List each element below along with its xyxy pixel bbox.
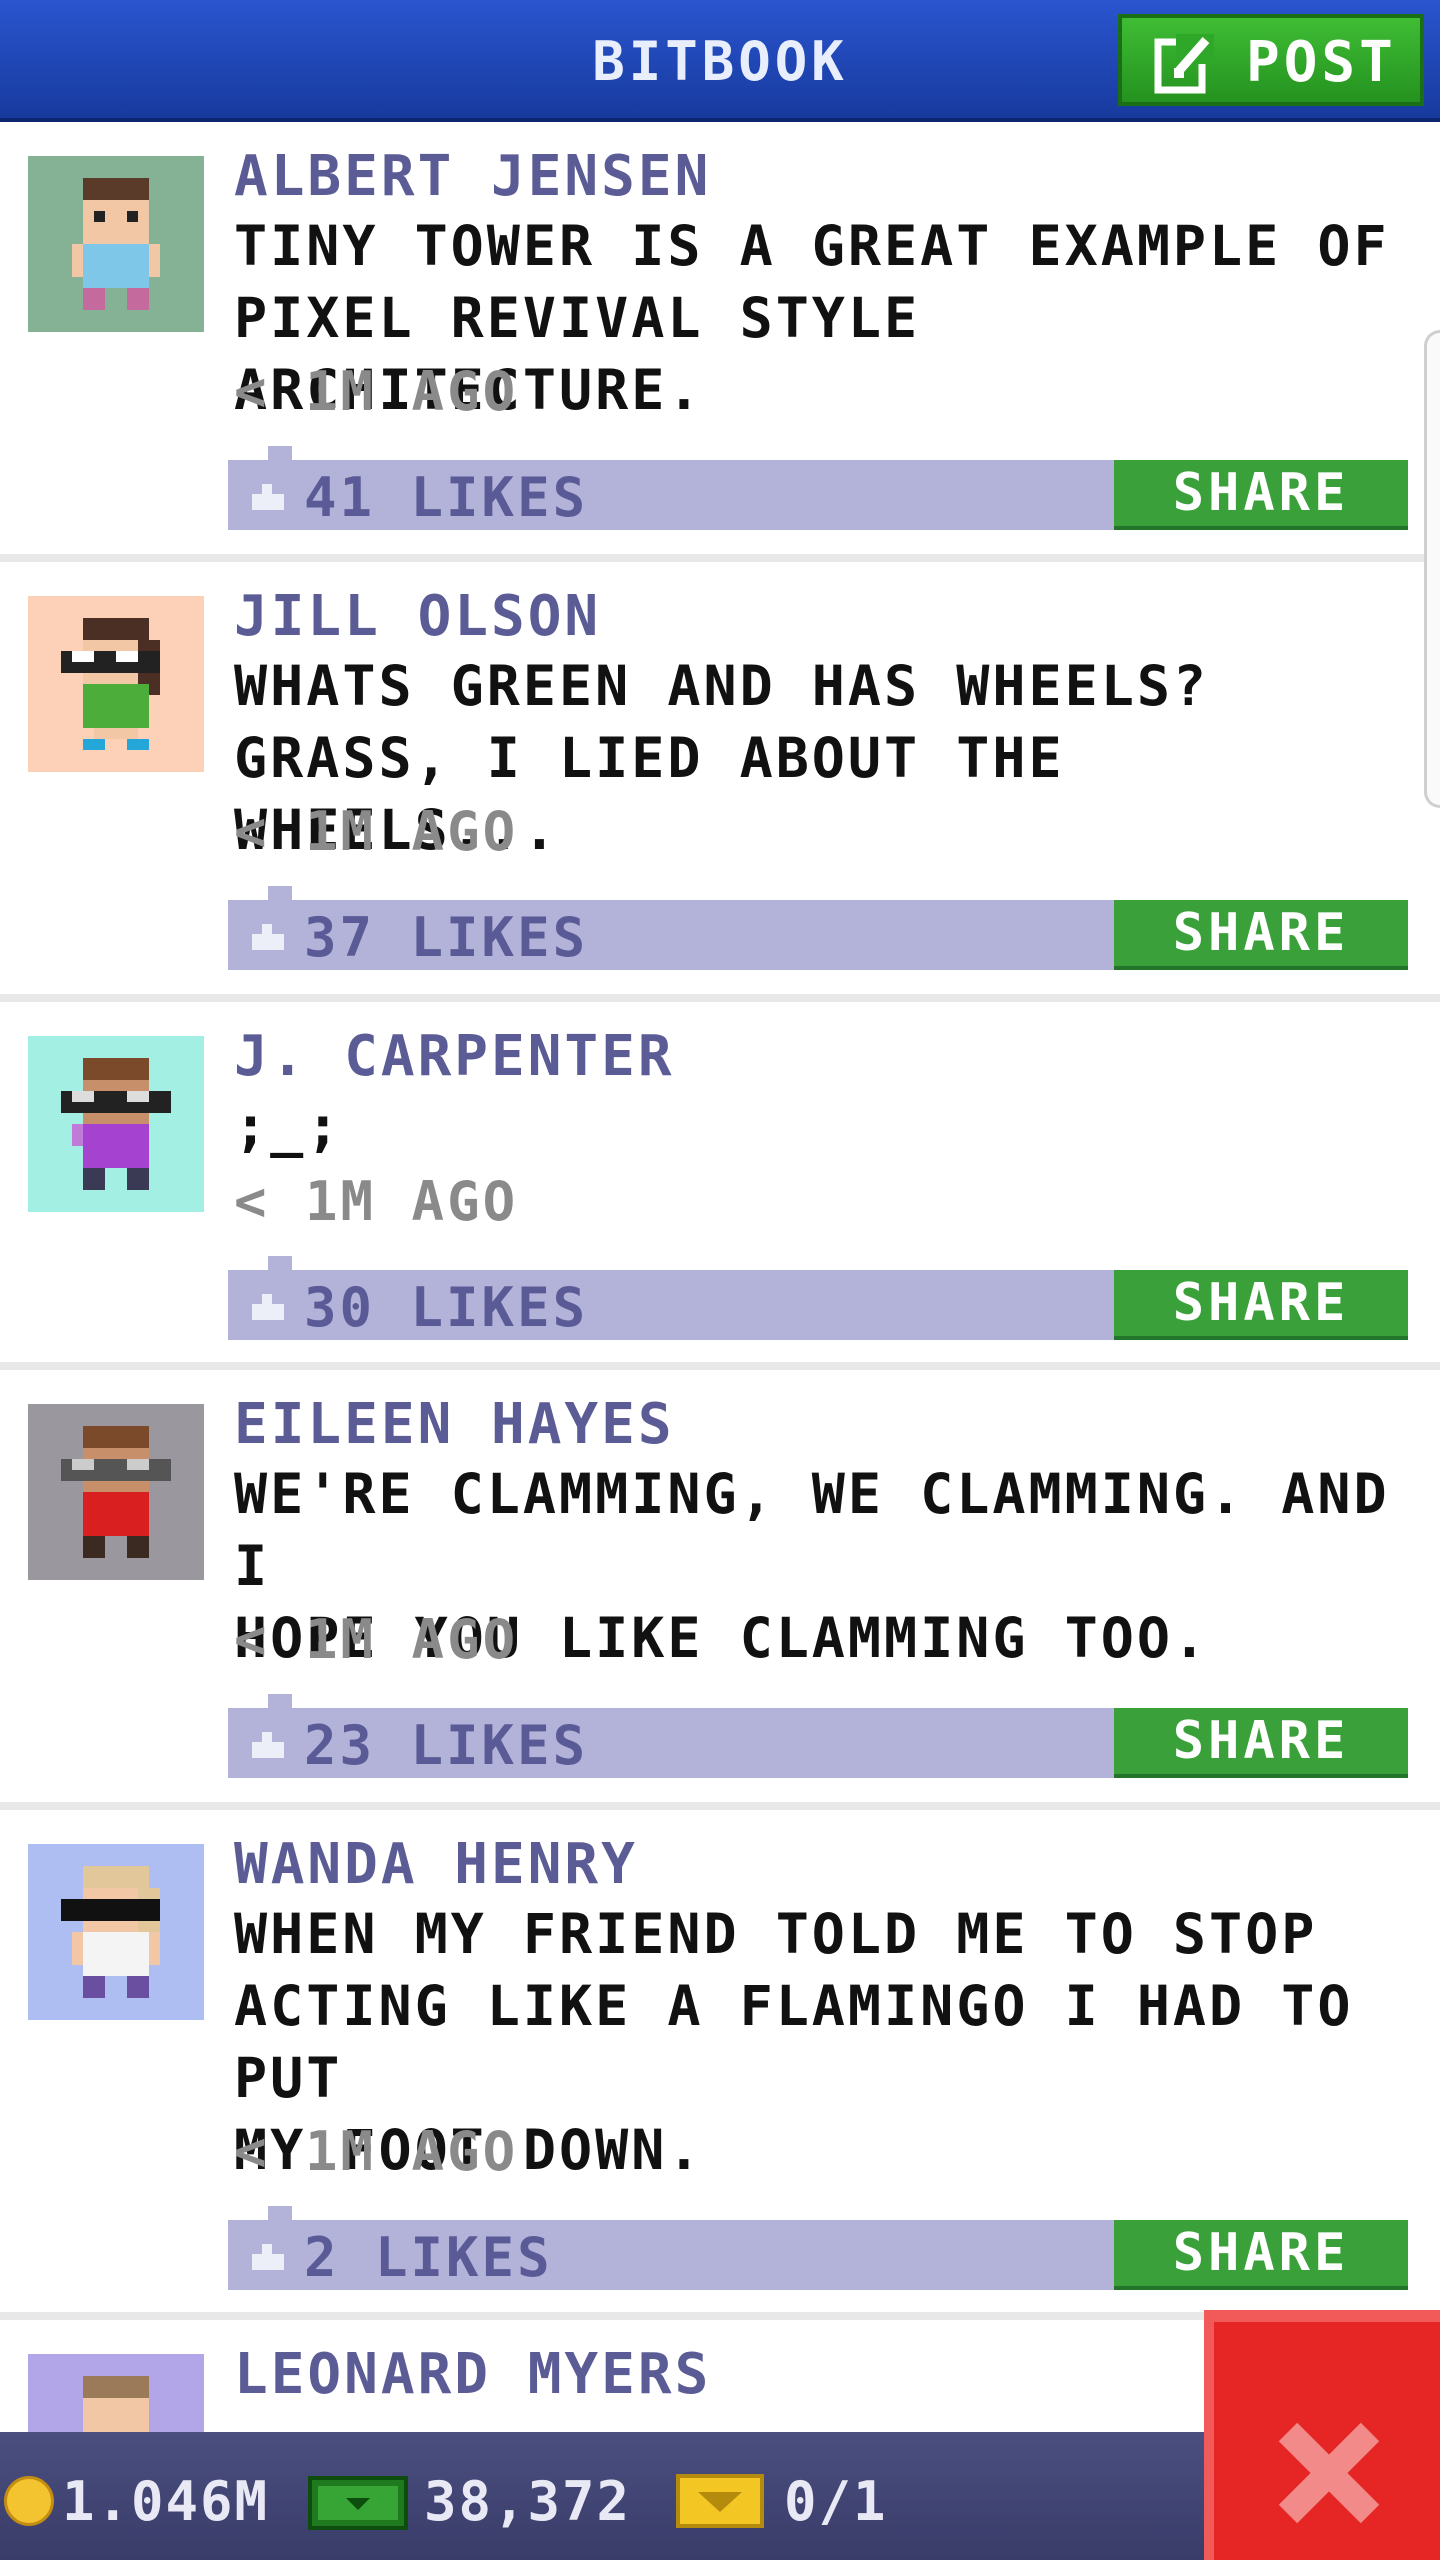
post-divider (0, 994, 1440, 1002)
app-header: BITBOOK POST (0, 0, 1440, 122)
share-button[interactable]: SHARE (1114, 1270, 1408, 1340)
like-count: 30 LIKES (304, 1276, 589, 1339)
thumbs-up-icon (252, 924, 284, 950)
like-count: 23 LIKES (304, 1714, 589, 1777)
coin-icon (4, 2476, 54, 2526)
ticket-icon (676, 2474, 764, 2528)
avatar (28, 156, 204, 332)
post-button-label: POST (1246, 30, 1397, 95)
post-time: < 1M AGO (234, 1608, 519, 1671)
like-bar-tab (268, 1256, 292, 1270)
post-divider (0, 1802, 1440, 1810)
thumbs-up-icon (252, 1732, 284, 1758)
avatar (28, 596, 204, 772)
thumbs-up-icon (252, 484, 284, 510)
post-time: < 1M AGO (234, 800, 519, 863)
like-bar[interactable]: 37 LIKES SHARE (228, 886, 1408, 970)
like-bar[interactable]: 23 LIKES SHARE (228, 1694, 1408, 1778)
post-author[interactable]: JILL OLSON (234, 584, 601, 649)
post-line: WHATS GREEN AND HAS WHEELS? (234, 654, 1210, 718)
scroll-handle[interactable] (1424, 330, 1440, 808)
post-author[interactable]: WANDA HENRY (234, 1832, 638, 1897)
post-line: ;_; (234, 1094, 343, 1158)
share-button[interactable]: SHARE (1114, 900, 1408, 970)
post-line: WHEN MY FRIEND TOLD ME TO STOP (234, 1902, 1318, 1966)
like-bar[interactable]: 30 LIKES SHARE (228, 1256, 1408, 1340)
post-author[interactable]: ALBERT JENSEN (234, 144, 711, 209)
post-message: ;_; (234, 1090, 1414, 1162)
avatar (28, 1404, 204, 1580)
post-time: < 1M AGO (234, 360, 519, 423)
post-author[interactable]: J. CARPENTER (234, 1024, 675, 1089)
close-button[interactable] (1204, 2310, 1440, 2560)
post-author[interactable]: LEONARD MYERS (234, 2342, 711, 2407)
coin-count: 1.046M (62, 2470, 270, 2533)
like-bar[interactable]: 2 LIKES SHARE (228, 2206, 1408, 2290)
thumbs-up-icon (252, 1294, 284, 1320)
avatar (28, 1844, 204, 2020)
post-author[interactable]: EILEEN HAYES (234, 1392, 675, 1457)
like-count: 2 LIKES (304, 2226, 553, 2289)
like-bar-tab (268, 1694, 292, 1708)
post-line: ACTING LIKE A FLAMINGO I HAD TO PUT (234, 1974, 1354, 2110)
post-line: TINY TOWER IS A GREAT EXAMPLE OF (234, 214, 1390, 278)
post-time: < 1M AGO (234, 1170, 519, 1233)
share-button[interactable]: SHARE (1114, 1708, 1408, 1778)
post-button[interactable]: POST (1118, 14, 1424, 106)
like-bar[interactable]: 41 LIKES SHARE (228, 446, 1408, 530)
thumbs-up-icon (252, 2244, 284, 2270)
bux-icon (308, 2476, 408, 2530)
post-divider (0, 1362, 1440, 1370)
avatar (28, 1036, 204, 1212)
post-divider (0, 554, 1440, 562)
like-bar-tab (268, 446, 292, 460)
bux-count: 38,372 (424, 2470, 632, 2533)
close-icon (1278, 2422, 1380, 2524)
post-time: < 1M AGO (234, 2120, 519, 2183)
like-count: 41 LIKES (304, 466, 589, 529)
post-line: WE'RE CLAMMING, WE CLAMMING. AND I (234, 1462, 1390, 1598)
like-bar-tab (268, 886, 292, 900)
like-count: 37 LIKES (304, 906, 589, 969)
edit-icon (1154, 34, 1214, 94)
like-bar-tab (268, 2206, 292, 2220)
ticket-count: 0/1 (784, 2470, 888, 2533)
share-button[interactable]: SHARE (1114, 460, 1408, 530)
share-button[interactable]: SHARE (1114, 2220, 1408, 2290)
